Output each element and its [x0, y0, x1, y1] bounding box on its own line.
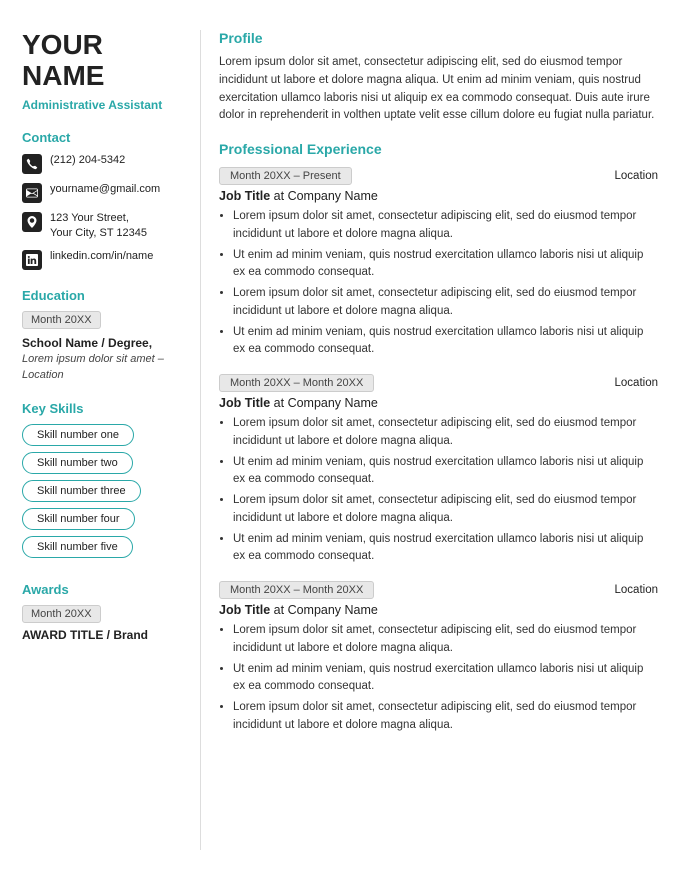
- skills-heading: Key Skills: [22, 401, 182, 416]
- linkedin-icon: [22, 250, 42, 270]
- bullet: Ut enim ad minim veniam, quis nostrud ex…: [233, 324, 658, 359]
- contact-phone: (212) 204-5342: [22, 153, 182, 174]
- bullet: Lorem ipsum dolor sit amet, consectetur …: [233, 622, 658, 657]
- exp-date-2: Month 20XX – Month 20XX: [219, 374, 374, 392]
- exp-date-row-2: Month 20XX – Month 20XX Location: [219, 374, 658, 392]
- exp-job-title-2: Job Title at Company Name: [219, 396, 658, 410]
- name-block: YOUR NAME: [22, 30, 182, 92]
- exp-location-3: Location: [615, 584, 658, 596]
- edu-school: School Name / Degree,: [22, 335, 182, 352]
- resume-page: YOUR NAME Administrative Assistant Conta…: [0, 0, 680, 880]
- bullet: Ut enim ad minim veniam, quis nostrud ex…: [233, 531, 658, 566]
- left-column: YOUR NAME Administrative Assistant Conta…: [0, 30, 200, 850]
- bullet: Lorem ipsum dolor sit amet, consectetur …: [233, 699, 658, 734]
- skill-1: Skill number one: [22, 424, 134, 446]
- edu-date-badge: Month 20XX: [22, 311, 101, 329]
- phone-text: (212) 204-5342: [50, 153, 125, 168]
- bullet: Lorem ipsum dolor sit amet, consectetur …: [233, 492, 658, 527]
- exp-location-1: Location: [615, 170, 658, 182]
- last-name: NAME: [22, 61, 182, 92]
- profile-text: Lorem ipsum dolor sit amet, consectetur …: [219, 54, 658, 125]
- skill-5: Skill number five: [22, 536, 133, 558]
- phone-icon: [22, 154, 42, 174]
- contact-heading: Contact: [22, 130, 182, 145]
- job-title: Administrative Assistant: [22, 98, 182, 112]
- exp-date-row-1: Month 20XX – Present Location: [219, 167, 658, 185]
- experience-heading: Professional Experience: [219, 141, 658, 157]
- awards-heading: Awards: [22, 582, 182, 597]
- bullet: Lorem ipsum dolor sit amet, consectetur …: [233, 285, 658, 320]
- email-icon: [22, 183, 42, 203]
- bullet: Ut enim ad minim veniam, quis nostrud ex…: [233, 247, 658, 282]
- contact-address: 123 Your Street, Your City, ST 12345: [22, 211, 182, 242]
- bullet: Ut enim ad minim veniam, quis nostrud ex…: [233, 454, 658, 489]
- exp-location-2: Location: [615, 377, 658, 389]
- bullet: Ut enim ad minim veniam, quis nostrud ex…: [233, 661, 658, 696]
- award-date-badge: Month 20XX: [22, 605, 101, 623]
- exp-bullets-1: Lorem ipsum dolor sit amet, consectetur …: [219, 208, 658, 358]
- exp-date-3: Month 20XX – Month 20XX: [219, 581, 374, 599]
- exp-entry-2: Month 20XX – Month 20XX Location Job Tit…: [219, 374, 658, 565]
- exp-entry-3: Month 20XX – Month 20XX Location Job Tit…: [219, 581, 658, 734]
- skill-4: Skill number four: [22, 508, 135, 530]
- first-name: YOUR: [22, 30, 182, 61]
- bullet: Lorem ipsum dolor sit amet, consectetur …: [233, 415, 658, 450]
- exp-entry-1: Month 20XX – Present Location Job Title …: [219, 167, 658, 358]
- exp-date-row-3: Month 20XX – Month 20XX Location: [219, 581, 658, 599]
- education-heading: Education: [22, 288, 182, 303]
- linkedin-text: linkedin.com/in/name: [50, 249, 153, 264]
- exp-job-title-3: Job Title at Company Name: [219, 603, 658, 617]
- exp-date-1: Month 20XX – Present: [219, 167, 352, 185]
- skill-2: Skill number two: [22, 452, 133, 474]
- right-column: Profile Lorem ipsum dolor sit amet, cons…: [200, 30, 680, 850]
- exp-bullets-2: Lorem ipsum dolor sit amet, consectetur …: [219, 415, 658, 565]
- exp-job-title-1: Job Title at Company Name: [219, 189, 658, 203]
- profile-heading: Profile: [219, 30, 658, 46]
- bullet: Lorem ipsum dolor sit amet, consectetur …: [233, 208, 658, 243]
- contact-email: yourname@gmail.com: [22, 182, 182, 203]
- exp-bullets-3: Lorem ipsum dolor sit amet, consectetur …: [219, 622, 658, 734]
- address-text: 123 Your Street, Your City, ST 12345: [50, 211, 147, 242]
- skills-list: Skill number one Skill number two Skill …: [22, 424, 182, 564]
- award-title: AWARD TITLE / Brand: [22, 628, 182, 642]
- email-text: yourname@gmail.com: [50, 182, 160, 197]
- contact-linkedin: linkedin.com/in/name: [22, 249, 182, 270]
- edu-detail: Lorem ipsum dolor sit amet – Location: [22, 352, 182, 383]
- skill-3: Skill number three: [22, 480, 141, 502]
- location-icon: [22, 212, 42, 232]
